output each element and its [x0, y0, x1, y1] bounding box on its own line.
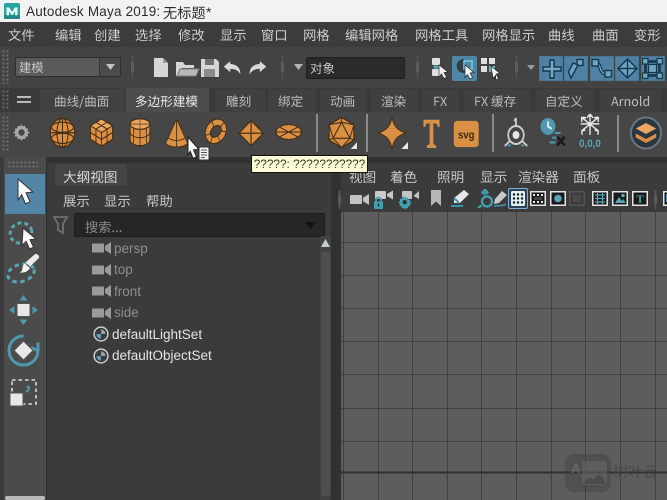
- svg-text:T: T: [636, 194, 644, 206]
- svg-text:svg: svg: [458, 130, 475, 142]
- svg-text:0,0,0: 0,0,0: [579, 139, 601, 151]
- svg-text:A: A: [571, 461, 581, 476]
